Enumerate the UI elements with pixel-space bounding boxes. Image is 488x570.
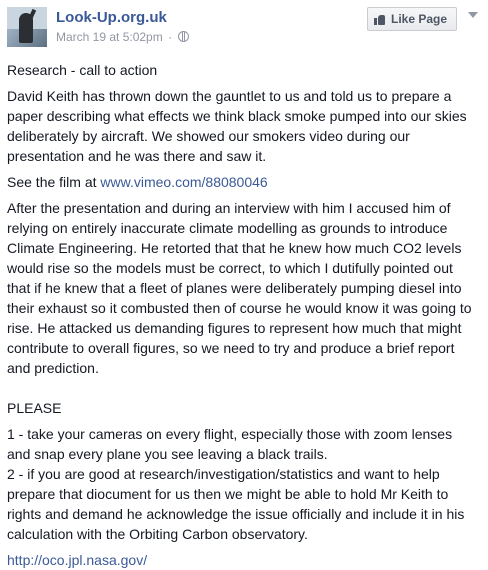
like-page-label: Like Page bbox=[391, 12, 448, 26]
film-line: See the film at www.vimeo.com/88080046 bbox=[7, 172, 477, 192]
thumb-icon bbox=[374, 14, 385, 25]
facebook-post: Look-Up.org.uk March 19 at 5:02pm · Like… bbox=[0, 0, 488, 568]
chevron-down-icon[interactable] bbox=[468, 12, 478, 18]
page-name-link[interactable]: Look-Up.org.uk bbox=[56, 9, 167, 26]
post-paragraph-2: After the presentation and during an int… bbox=[7, 200, 472, 376]
vimeo-link[interactable]: www.vimeo.com/88080046 bbox=[100, 174, 267, 190]
oco-link[interactable]: http://oco.jpl.nasa.gov/ bbox=[7, 552, 147, 568]
film-prefix: See the film at bbox=[7, 174, 101, 190]
post-timestamp[interactable]: March 19 at 5:02pm bbox=[56, 30, 163, 44]
please-heading: PLEASE bbox=[7, 400, 62, 416]
post-meta: March 19 at 5:02pm · bbox=[56, 30, 190, 44]
meta-separator: · bbox=[168, 30, 173, 44]
page-avatar[interactable] bbox=[7, 7, 47, 47]
list-item-1: 1 - take your cameras on every flight, e… bbox=[7, 426, 453, 462]
post-header: Look-Up.org.uk March 19 at 5:02pm · Like… bbox=[0, 0, 488, 56]
post-heading: Research - call to action bbox=[7, 62, 158, 78]
post-body: Research - call to action David Keith ha… bbox=[7, 60, 477, 570]
globe-icon bbox=[178, 31, 190, 42]
oco-line: http://oco.jpl.nasa.gov/ bbox=[7, 550, 477, 570]
like-page-button[interactable]: Like Page bbox=[367, 7, 457, 31]
list-item-2: 2 - if you are good at research/investig… bbox=[7, 466, 465, 542]
post-paragraph-1: David Keith has thrown down the gauntlet… bbox=[7, 88, 467, 164]
